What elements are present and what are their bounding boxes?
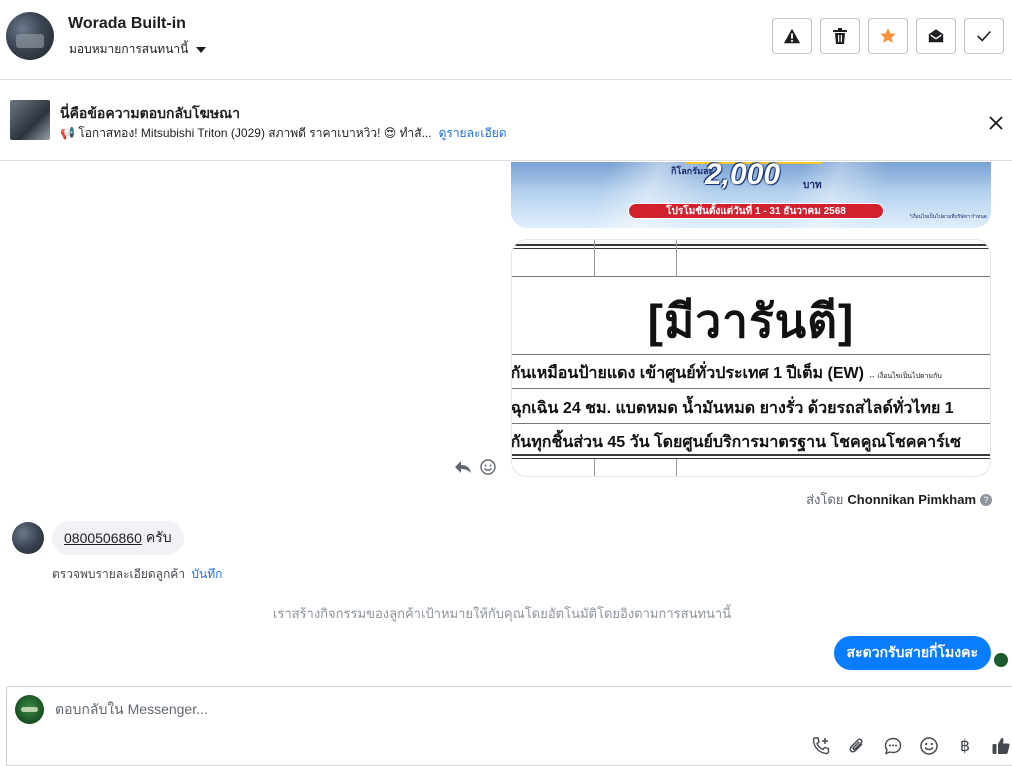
chevron-down-icon — [196, 46, 207, 53]
ad-snippet-text: 📢 โอกาสทอง! Mitsubishi Triton (J029) สภา… — [60, 126, 432, 140]
table-divider — [594, 459, 595, 476]
spam-button[interactable] — [772, 18, 812, 54]
table-border — [512, 423, 990, 424]
ad-details-link[interactable]: ดูรายละเอียด — [439, 124, 507, 143]
emoji-button[interactable] — [918, 735, 940, 757]
composer-toolbar: ฿ — [810, 735, 1012, 757]
sent-by-prefix: ส่งโดย — [806, 492, 844, 507]
warranty-heading: [มีวารันตี] — [647, 295, 855, 347]
warranty-row-note: ↔ เงื่อนไขเป็นไปตามกับ — [868, 373, 942, 380]
attach-button[interactable] — [846, 735, 868, 757]
delete-button[interactable] — [820, 18, 860, 54]
chat-bubble-icon — [884, 737, 902, 755]
envelope-open-icon — [928, 29, 944, 43]
ad-snippet: 📢 โอกาสทอง! Mitsubishi Triton (J029) สภา… — [60, 124, 507, 143]
message-actions — [454, 459, 496, 480]
warranty-row: รฉุกเฉิน 24 ชม. แบตหมด น้ำมันหมด ยางรั่ว… — [511, 396, 954, 421]
reply-button[interactable] — [454, 459, 472, 480]
ad-thumbnail[interactable] — [10, 100, 50, 140]
mark-done-button[interactable] — [964, 18, 1004, 54]
message-thread[interactable]: กิโลกรัมละ 2,000 บาท โปรโมชั่นตั้งแต่วัน… — [0, 162, 1012, 686]
assign-conversation-dropdown[interactable]: มอบหมายการสนทนานี้ — [69, 40, 207, 59]
message-composer: ฿ — [6, 686, 1012, 766]
table-divider — [676, 240, 677, 277]
table-divider — [676, 459, 677, 476]
like-button[interactable] — [990, 735, 1012, 757]
paperclip-icon — [849, 738, 863, 753]
seen-avatar — [993, 652, 1009, 668]
table-border — [512, 276, 990, 277]
close-icon — [989, 116, 1003, 130]
ad-reply-banner: นี่คือข้อความตอบกลับโฆษณา 📢 โอกาสทอง! Mi… — [0, 81, 1012, 161]
table-divider — [594, 240, 595, 277]
table-border — [512, 454, 990, 456]
table-border — [512, 354, 990, 355]
table-border — [512, 458, 990, 459]
promo-note: *เงื่อนไขเป็นไปตามที่บริษัทฯ กำหนด — [909, 214, 987, 220]
check-icon — [977, 30, 991, 42]
page-avatar — [15, 695, 44, 724]
reply-input[interactable] — [55, 701, 755, 717]
close-banner-button[interactable] — [984, 111, 1008, 135]
ad-reply-title: นี่คือข้อความตอบกลับโฆษณา — [60, 105, 240, 121]
help-icon[interactable]: ? — [980, 493, 992, 506]
saved-replies-button[interactable] — [882, 735, 904, 757]
call-button[interactable] — [810, 735, 832, 757]
header-actions — [772, 18, 1004, 54]
star-button[interactable] — [868, 18, 908, 54]
customer-info-text: ตรวจพบรายละเอียดลูกค้า — [52, 567, 186, 581]
customer-info-detected: ตรวจพบรายละเอียดลูกค้า บันทึก — [52, 565, 222, 584]
conversation-header: Worada Built-in มอบหมายการสนทนานี้ — [0, 0, 1012, 80]
reply-icon — [455, 461, 471, 473]
promo-date-pill: โปรโมชั่นตั้งแต่วันที่ 1 - 31 ธันวาคม 25… — [628, 203, 884, 219]
table-border — [512, 244, 990, 246]
react-button[interactable] — [480, 459, 496, 480]
sent-by-agent: Chonnikan Pimkham — [847, 492, 976, 507]
smiley-icon — [480, 459, 496, 475]
contact-name[interactable]: Worada Built-in — [68, 15, 186, 33]
table-border — [512, 248, 990, 249]
customer-message-bubble: 0800506860 ครับ — [52, 521, 184, 555]
trash-icon — [833, 28, 847, 44]
phone-number-link[interactable]: 0800506860 — [64, 530, 142, 546]
warranty-row: ะกันเหมือนป้ายแดง เข้าศูนย์ทั่วประเทศ 1 … — [511, 361, 942, 386]
warning-icon — [783, 28, 801, 44]
smiley-icon — [920, 737, 938, 755]
mark-unread-button[interactable] — [916, 18, 956, 54]
warranty-row-text: ะกันเหมือนป้ายแดง เข้าศูนย์ทั่วประเทศ 1 … — [511, 365, 864, 382]
save-customer-info-link[interactable]: บันทึก — [191, 567, 222, 581]
promo-amount: 2,000 — [705, 162, 781, 191]
message-suffix: ครับ — [145, 529, 172, 545]
promo-currency: บาท — [803, 180, 822, 191]
phone-plus-icon — [812, 737, 830, 755]
table-border — [512, 388, 990, 389]
page-reply-bubble: สะดวกรับสายกี่โมงคะ — [833, 636, 991, 670]
baht-icon: ฿ — [959, 738, 971, 755]
warranty-row-text: ะกันทุกชิ้นส่วน 45 วัน โดยศูนย์บริการมาต… — [511, 434, 962, 451]
sent-by-label: ส่งโดย Chonnikan Pimkham ? — [806, 489, 992, 510]
thumbs-up-icon — [992, 738, 1010, 754]
warranty-image[interactable]: [มีวารันตี] ะกันเหมือนป้ายแดง เข้าศูนย์ท… — [511, 239, 991, 477]
star-icon — [880, 28, 896, 43]
promo-image[interactable]: กิโลกรัมละ 2,000 บาท โปรโมชั่นตั้งแต่วัน… — [511, 162, 991, 228]
assign-label: มอบหมายการสนทนานี้ — [69, 42, 189, 56]
contact-avatar[interactable] — [6, 12, 54, 60]
customer-avatar[interactable] — [12, 522, 44, 554]
payment-button[interactable]: ฿ — [954, 735, 976, 757]
system-note: เราสร้างกิจกรรมของลูกค้าเป้าหมายให้กับคุ… — [272, 606, 732, 621]
warranty-row: ะกันทุกชิ้นส่วน 45 วัน โดยศูนย์บริการมาต… — [511, 430, 962, 455]
warranty-row-text: รฉุกเฉิน 24 ชม. แบตหมด น้ำมันหมด ยางรั่ว… — [511, 400, 954, 417]
